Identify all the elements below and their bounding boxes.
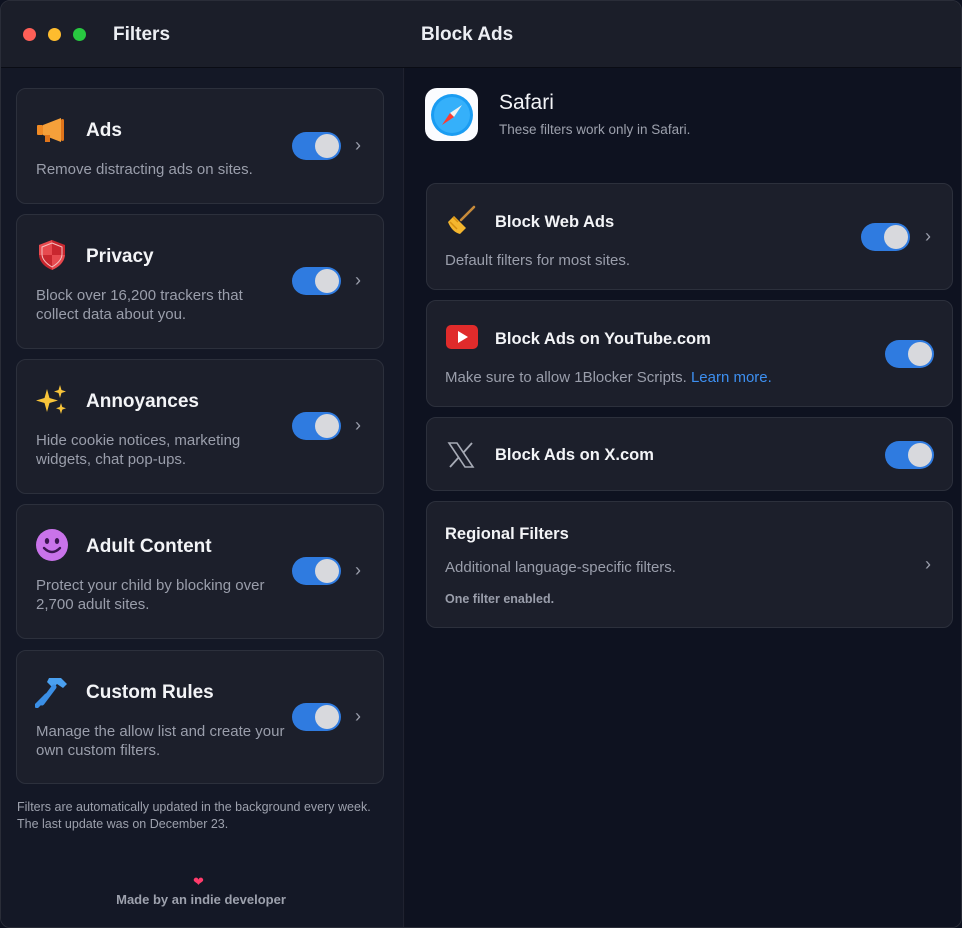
- custom-rules-toggle[interactable]: [292, 703, 341, 731]
- main-panel: Safari These filters work only in Safari…: [405, 68, 961, 927]
- filter-description-text: Make sure to allow 1Blocker Scripts.: [445, 369, 687, 386]
- chevron-right-icon[interactable]: ›: [925, 226, 931, 247]
- chevron-right-icon[interactable]: ›: [925, 554, 931, 575]
- zoom-window-button[interactable]: [73, 28, 86, 41]
- sidebar-item-label: Adult Content: [86, 536, 212, 557]
- chevron-right-icon[interactable]: ›: [355, 135, 361, 156]
- filter-description: Make sure to allow 1Blocker Scripts. Lea…: [445, 369, 772, 386]
- hammer-icon: [34, 673, 70, 709]
- sidebar-item-adult-content[interactable]: Adult Content Protect your child by bloc…: [16, 504, 384, 639]
- minimize-window-button[interactable]: [48, 28, 61, 41]
- filter-label: Block Ads on X.com: [495, 446, 654, 464]
- adult-content-toggle[interactable]: [292, 557, 341, 585]
- close-window-button[interactable]: [23, 28, 36, 41]
- learn-more-link[interactable]: Learn more.: [691, 369, 772, 386]
- sidebar-item-description: Protect your child by blocking over 2,70…: [36, 577, 265, 613]
- heart-icon: ❤: [193, 874, 204, 889]
- sidebar: Ads Remove distracting ads on sites. › P…: [1, 68, 404, 927]
- browser-description: These filters work only in Safari.: [499, 122, 691, 137]
- broom-icon: [444, 202, 480, 238]
- smiley-icon: [34, 527, 70, 563]
- filter-description: Default filters for most sites.: [445, 252, 631, 269]
- page-title: Block Ads: [421, 24, 514, 45]
- sidebar-item-custom-rules[interactable]: Custom Rules Manage the allow list and c…: [16, 650, 384, 784]
- made-by-label: Made by an indie developer: [116, 892, 286, 907]
- sidebar-item-description: Hide cookie notices, marketing widgets, …: [36, 432, 241, 468]
- sidebar-item-label: Annoyances: [86, 391, 199, 412]
- sidebar-item-description: Remove distracting ads on sites.: [36, 161, 253, 178]
- filter-label: Block Ads on YouTube.com: [495, 330, 711, 348]
- chevron-right-icon[interactable]: ›: [355, 706, 361, 727]
- annoyances-toggle[interactable]: [292, 412, 341, 440]
- update-note: Filters are automatically updated in the…: [17, 800, 371, 831]
- x-logo-icon: [443, 437, 479, 473]
- ads-toggle[interactable]: [292, 132, 341, 160]
- filter-block-youtube-ads[interactable]: Block Ads on YouTube.com Make sure to al…: [426, 300, 953, 407]
- sidebar-item-description: Block over 16,200 trackers that collect …: [36, 287, 243, 323]
- megaphone-icon: [34, 112, 70, 148]
- chevron-right-icon[interactable]: ›: [355, 560, 361, 581]
- block-youtube-ads-toggle[interactable]: [885, 340, 934, 368]
- regional-filters-status: One filter enabled.: [445, 592, 555, 606]
- regional-filters-title: Regional Filters: [445, 525, 569, 543]
- sidebar-item-annoyances[interactable]: Annoyances Hide cookie notices, marketin…: [16, 359, 384, 494]
- title-bar: Filters Block Ads: [1, 1, 961, 68]
- sidebar-item-description: Manage the allow list and create your ow…: [36, 723, 285, 759]
- filter-block-web-ads[interactable]: Block Web Ads Default filters for most s…: [426, 183, 953, 290]
- sidebar-item-label: Custom Rules: [86, 682, 214, 703]
- chevron-right-icon[interactable]: ›: [355, 270, 361, 291]
- privacy-toggle[interactable]: [292, 267, 341, 295]
- sidebar-item-label: Ads: [86, 120, 122, 141]
- browser-name: Safari: [499, 91, 554, 114]
- chevron-right-icon[interactable]: ›: [355, 415, 361, 436]
- regional-filters-description: Additional language-specific filters.: [445, 559, 676, 576]
- app-window: Filters Block Ads Ads Remove distracting…: [0, 0, 962, 928]
- sidebar-item-privacy[interactable]: Privacy Block over 16,200 trackers that …: [16, 214, 384, 349]
- shield-icon: [34, 237, 70, 273]
- sparkles-icon: [34, 382, 70, 418]
- filter-block-x-ads[interactable]: Block Ads on X.com: [426, 417, 953, 491]
- block-x-ads-toggle[interactable]: [885, 441, 934, 469]
- sidebar-item-label: Privacy: [86, 246, 154, 267]
- safari-compass-icon: [425, 88, 478, 141]
- block-web-ads-toggle[interactable]: [861, 223, 910, 251]
- youtube-icon: [444, 319, 480, 355]
- sidebar-title: Filters: [113, 24, 171, 45]
- regional-filters-card[interactable]: Regional Filters Additional language-spe…: [426, 501, 953, 628]
- filter-label: Block Web Ads: [495, 213, 615, 231]
- sidebar-item-ads[interactable]: Ads Remove distracting ads on sites. ›: [16, 88, 384, 204]
